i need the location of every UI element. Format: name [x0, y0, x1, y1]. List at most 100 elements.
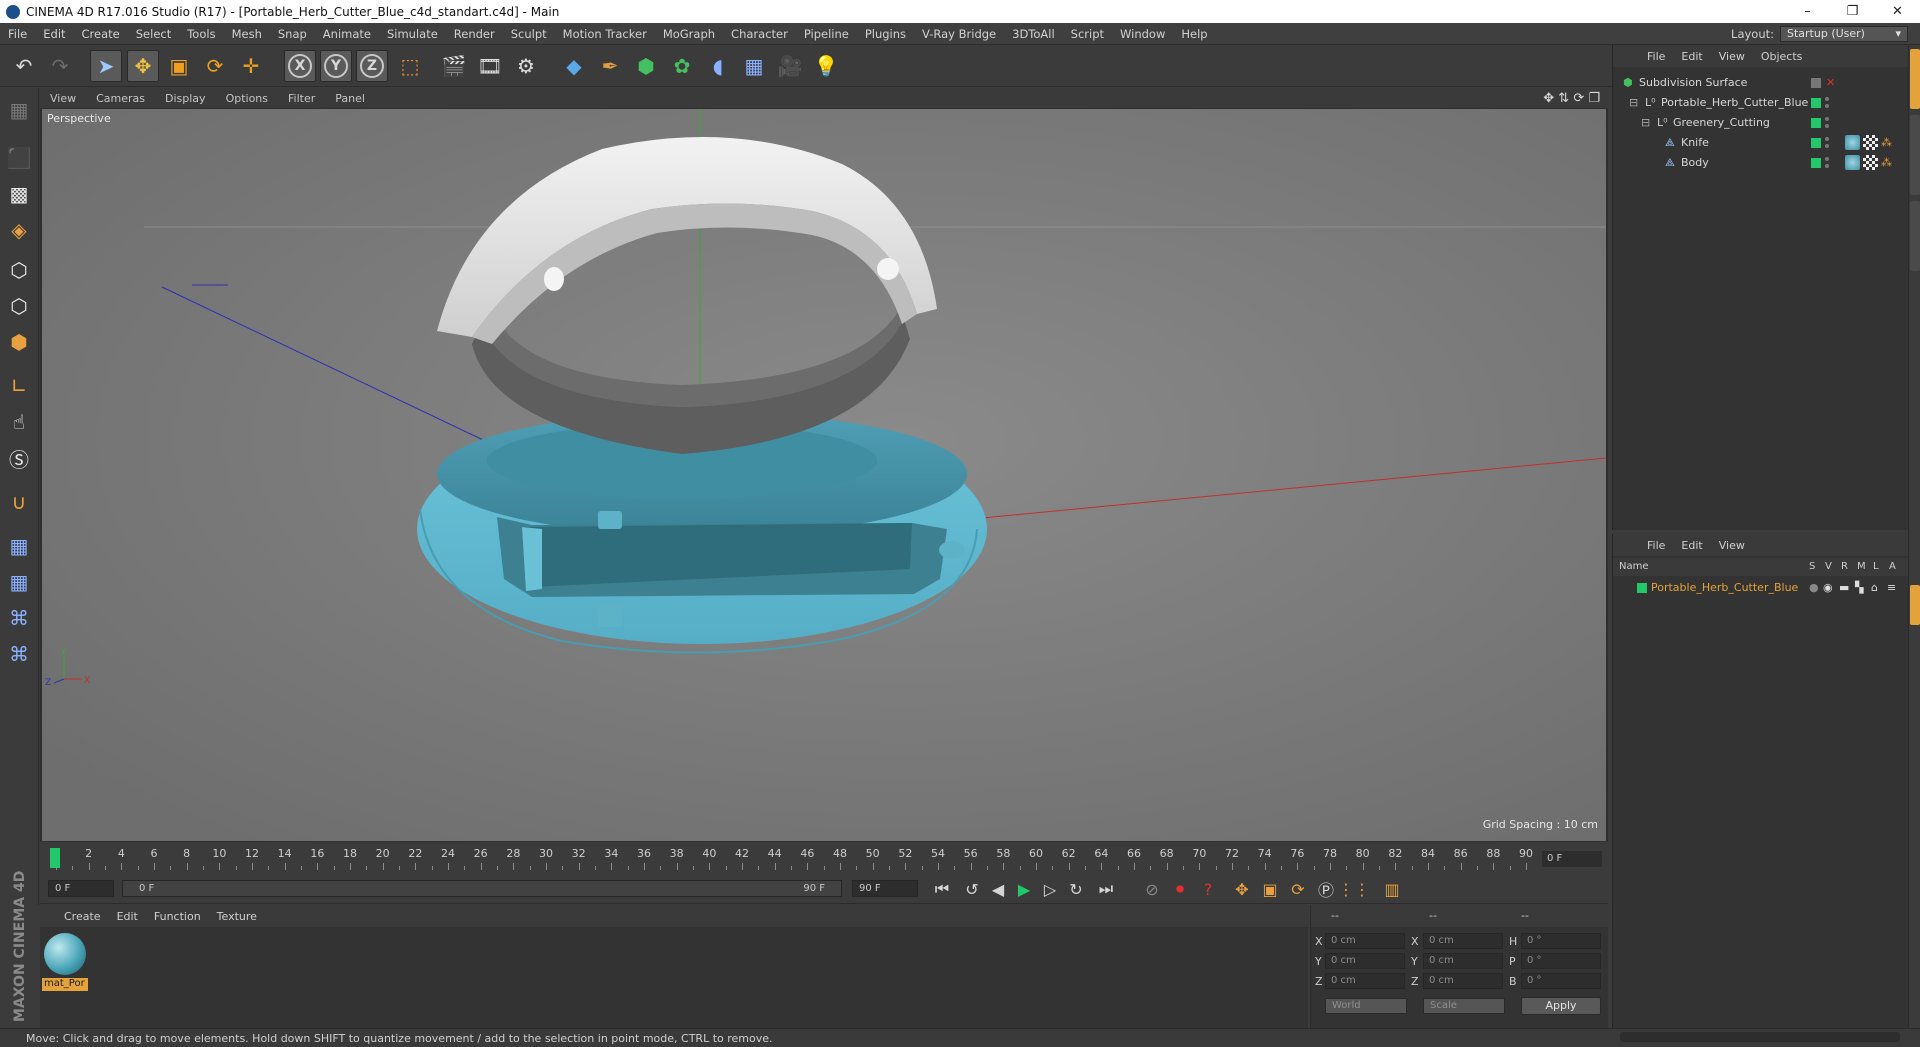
rotation-h-field[interactable]: 0 ° — [1521, 933, 1601, 949]
key-position-icon[interactable]: ✥ — [1230, 878, 1254, 900]
light-icon[interactable]: 💡 — [810, 50, 842, 82]
key-pla-icon[interactable]: ⋮⋮ — [1338, 878, 1370, 900]
axis-mode-icon[interactable]: ∟ — [3, 370, 35, 402]
rotation-b-field[interactable]: 0 ° — [1521, 973, 1601, 989]
phong-tag-icon[interactable]: ⁂ — [1881, 156, 1892, 169]
cube-icon[interactable]: ◆ — [558, 50, 590, 82]
minimize-button[interactable]: – — [1785, 4, 1830, 19]
layer-row[interactable]: Portable_Herb_Cutter_Blue ● ◉ ▬ ▚ ⌂ ≡ — [1613, 578, 1909, 598]
points-mode-icon[interactable]: ⬡ — [3, 254, 35, 286]
visibility-dots[interactable] — [1825, 116, 1829, 130]
objects-menu-view[interactable]: View — [1711, 50, 1753, 63]
next-frame-icon[interactable]: ▷ — [1038, 878, 1062, 900]
viewport-menu-filter[interactable]: Filter — [278, 92, 325, 105]
menu-motion-tracker[interactable]: Motion Tracker — [555, 27, 655, 41]
objects-menu-edit[interactable]: Edit — [1673, 50, 1710, 63]
visibility-dots[interactable] — [1825, 96, 1829, 110]
key-rotation-icon[interactable]: ⟳ — [1286, 878, 1310, 900]
coordinate-space-dropdown[interactable]: World — [1325, 998, 1407, 1014]
render-picture-viewer-icon[interactable]: 🎞 — [474, 50, 506, 82]
object-row-greenery-cutting[interactable]: ⊟ L⁰ Greenery_Cutting — [1613, 113, 1909, 133]
material-name-label[interactable]: mat_Por — [42, 978, 88, 991]
close-button[interactable]: ✕ — [1875, 4, 1920, 19]
redo-icon[interactable]: ↷ — [44, 50, 76, 82]
rotate-icon[interactable]: ⟳ — [199, 50, 231, 82]
current-frame-field[interactable]: 0 F — [1542, 851, 1602, 867]
edges-mode-icon[interactable]: ⬡ — [3, 290, 35, 322]
size-mode-dropdown[interactable]: Scale — [1423, 998, 1505, 1014]
menu-tools[interactable]: Tools — [179, 27, 223, 41]
collapse-icon[interactable]: ⊟ — [1629, 96, 1638, 109]
apply-button[interactable]: Apply — [1521, 997, 1601, 1015]
frame-range-slider[interactable]: 0 F 90 F — [122, 880, 842, 897]
visibility-dots[interactable] — [1825, 136, 1829, 150]
timeline-ticks[interactable]: 0246810121416182022242628303234363840424… — [50, 843, 1540, 871]
layer-color-swatch[interactable] — [1637, 583, 1647, 593]
viewport-menu-options[interactable]: Options — [216, 92, 278, 105]
polygons-mode-icon[interactable]: ⬢ — [3, 326, 35, 358]
live-select-icon[interactable]: ✛ — [235, 50, 267, 82]
planar-workplane-icon[interactable]: ▦ — [3, 566, 35, 598]
uvw-tag-icon[interactable] — [1863, 135, 1878, 150]
viewport-menu-panel[interactable]: Panel — [325, 92, 375, 105]
layers-dock-tab[interactable] — [1910, 585, 1920, 625]
enable-checkbox[interactable] — [1811, 78, 1821, 88]
key-scale-icon[interactable]: ▣ — [1258, 878, 1282, 900]
deformer-icon[interactable]: ◖ — [702, 50, 734, 82]
layers-menu-view[interactable]: View — [1711, 539, 1753, 552]
timeline-scheme-icon[interactable]: ▥ — [1380, 878, 1404, 900]
material-menu-function[interactable]: Function — [146, 910, 209, 923]
menu-edit[interactable]: Edit — [35, 27, 73, 41]
menu-window[interactable]: Window — [1112, 27, 1173, 41]
move-icon[interactable]: ✥ — [127, 50, 159, 82]
size-z-field[interactable]: 0 cm — [1423, 973, 1503, 989]
position-y-field[interactable]: 0 cm — [1325, 953, 1405, 969]
view-toggle-icon[interactable]: ◉ — [1823, 581, 1833, 594]
menu-file[interactable]: File — [0, 27, 35, 41]
menu-help[interactable]: Help — [1173, 27, 1215, 41]
manager-toggle-icon[interactable]: ▚ — [1855, 581, 1863, 594]
menu-simulate[interactable]: Simulate — [379, 27, 446, 41]
menu-create[interactable]: Create — [74, 27, 128, 41]
previous-frame-icon[interactable]: ◀ — [986, 878, 1010, 900]
material-tag-icon[interactable] — [1845, 135, 1860, 150]
menu-character[interactable]: Character — [723, 27, 796, 41]
camera-icon[interactable]: 🎥 — [774, 50, 806, 82]
layer-color-tag[interactable] — [1811, 118, 1821, 128]
render-toggle-icon[interactable]: ▬ — [1839, 581, 1849, 594]
layers-menu-file[interactable]: File — [1639, 539, 1673, 552]
animation-toggle-icon[interactable]: ≡ — [1887, 581, 1896, 594]
menu-plugins[interactable]: Plugins — [857, 27, 914, 41]
phong-tag-icon[interactable]: ⁂ — [1881, 136, 1892, 149]
menu-script[interactable]: Script — [1063, 27, 1112, 41]
objects-menu-file[interactable]: File — [1639, 50, 1673, 63]
object-row-knife[interactable]: ⟁ Knife ⁂ — [1613, 133, 1909, 153]
menu-pipeline[interactable]: Pipeline — [796, 27, 857, 41]
floor-icon[interactable]: ▦ — [738, 50, 770, 82]
object-row-subdivision-surface[interactable]: ⬢ Subdivision Surface ✕ — [1613, 73, 1909, 93]
scale-icon[interactable]: ▣ — [163, 50, 195, 82]
viewport-canvas[interactable]: Y Z X Perspective Grid Spacing : 10 cm — [42, 109, 1606, 841]
position-z-field[interactable]: 0 cm — [1325, 973, 1405, 989]
start-frame-field[interactable]: 0 F — [48, 880, 114, 897]
axis-z-icon[interactable]: Z — [356, 50, 388, 82]
timeline-ruler[interactable]: 0246810121416182022242628303234363840424… — [40, 843, 1608, 873]
go-to-start-icon[interactable]: ⏮ — [930, 878, 954, 900]
tweak-mode-icon[interactable]: ☝ — [3, 406, 35, 438]
material-menu-create[interactable]: Create — [56, 910, 109, 923]
layout-dropdown[interactable]: Startup (User) ▾ — [1780, 25, 1908, 42]
key-parameter-icon[interactable]: Ⓟ — [1314, 878, 1338, 900]
pen-spline-icon[interactable]: ✒ — [594, 50, 626, 82]
object-row-body[interactable]: ⟁ Body ⁂ — [1613, 153, 1909, 173]
lock-toggle-icon[interactable]: ⌂ — [1871, 581, 1878, 594]
next-key-icon[interactable]: ↻ — [1064, 878, 1088, 900]
material-preview-swatch[interactable] — [44, 933, 86, 975]
layer-color-tag[interactable] — [1811, 138, 1821, 148]
size-x-field[interactable]: 0 cm — [1423, 933, 1503, 949]
objects-menu-objects[interactable]: Objects — [1753, 50, 1811, 63]
go-to-end-icon[interactable]: ⏭ — [1094, 878, 1118, 900]
position-x-field[interactable]: 0 cm — [1325, 933, 1405, 949]
axis-y-icon[interactable]: Y — [320, 50, 352, 82]
end-frame-field[interactable]: 90 F — [852, 880, 918, 897]
viewport-menu-display[interactable]: Display — [155, 92, 216, 105]
